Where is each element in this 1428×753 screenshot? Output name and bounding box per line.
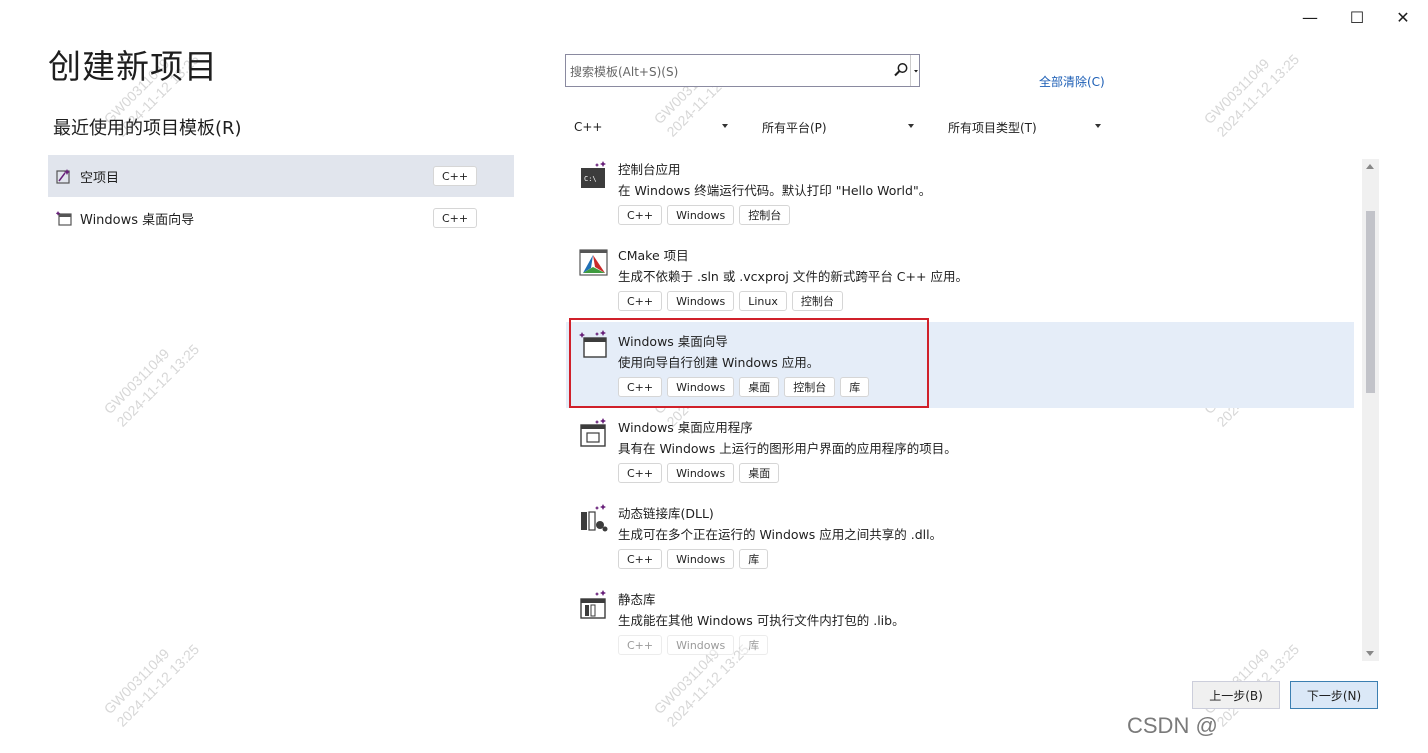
page-title: 创建新项目 — [48, 47, 218, 86]
project-type-filter-dropdown[interactable]: 所有项目类型(T) — [948, 116, 1101, 138]
console-app-icon: C:\ — [581, 161, 606, 188]
watermark-date: 2024-11-12 13:25 — [113, 641, 203, 730]
recent-item-empty-project[interactable]: 空项目 C++ — [48, 155, 514, 197]
chevron-down-icon — [1095, 124, 1101, 128]
chevron-down-icon — [914, 70, 918, 73]
language-filter-value: C++ — [574, 120, 603, 134]
template-name: 控制台应用 — [618, 162, 681, 177]
template-windows-desktop-app[interactable]: Windows 桌面应用程序 具有在 Windows 上运行的图形用户界面的应用… — [566, 413, 1354, 499]
template-name: 静态库 — [618, 592, 656, 607]
template-tag: C++ — [618, 463, 663, 483]
recent-item-label: Windows 桌面向导 — [80, 212, 195, 228]
scroll-up-arrow-icon[interactable] — [1366, 164, 1374, 169]
template-tag: 桌面 — [739, 463, 780, 483]
template-tag: C++ — [618, 549, 663, 569]
watermark-id: GW00311049 — [100, 345, 173, 418]
search-input[interactable] — [566, 55, 892, 88]
template-tag: Windows — [667, 205, 735, 225]
static-lib-icon — [580, 590, 606, 619]
template-list-scrollbar[interactable] — [1362, 159, 1379, 661]
recent-templates-title: 最近使用的项目模板(R) — [53, 118, 242, 139]
search-icon[interactable] — [893, 62, 909, 78]
cmake-icon — [579, 249, 608, 276]
template-description: 具有在 Windows 上运行的图形用户界面的应用程序的项目。 — [618, 441, 957, 456]
language-tag: C++ — [433, 208, 478, 228]
chevron-down-icon — [908, 124, 914, 128]
template-name: CMake 项目 — [618, 248, 689, 263]
language-tag: C++ — [433, 166, 478, 186]
recent-item-windows-desktop-wizard[interactable]: Windows 桌面向导 C++ — [48, 197, 514, 239]
wizard-icon — [56, 211, 72, 226]
template-tag: Windows — [667, 463, 735, 483]
svg-text:C:\: C:\ — [584, 175, 597, 183]
platform-filter-value: 所有平台(P) — [762, 120, 827, 135]
template-dll[interactable]: 动态链接库(DLL) 生成可在多个正在运行的 Windows 应用之间共享的 .… — [566, 499, 1354, 585]
template-tag: C++ — [618, 635, 663, 655]
template-tag: Linux — [739, 291, 787, 311]
template-tag: 库 — [739, 635, 769, 655]
watermark-date: 2024-11-12 13:25 — [113, 341, 203, 430]
watermark-id: GW00311049 — [100, 645, 173, 718]
template-description: 在 Windows 终端运行代码。默认打印 "Hello World"。 — [618, 183, 932, 198]
template-tag: C++ — [618, 291, 663, 311]
template-description: 生成能在其他 Windows 可执行文件内打包的 .lib。 — [618, 613, 905, 628]
dll-icon — [581, 504, 608, 532]
template-tag: 控制台 — [739, 205, 791, 225]
template-tag: Windows — [667, 549, 735, 569]
template-static-lib[interactable]: 静态库 生成能在其他 Windows 可执行文件内打包的 .lib。 C++ W… — [566, 585, 1354, 660]
template-tag: C++ — [618, 205, 663, 225]
scrollbar-thumb[interactable] — [1366, 211, 1375, 393]
watermark-id: GW00311049 — [1200, 55, 1273, 128]
search-box — [565, 54, 921, 88]
template-console-app[interactable]: C:\ 控制台应用 在 Windows 终端运行代码。默认打印 "Hello W… — [566, 155, 1354, 241]
next-button[interactable]: 下一步(N) — [1290, 681, 1378, 709]
language-filter-dropdown[interactable]: C++ — [574, 116, 728, 138]
template-tag: Windows — [667, 291, 735, 311]
platform-filter-dropdown[interactable]: 所有平台(P) — [762, 116, 914, 138]
csdn-watermark: CSDN @ — [1127, 713, 1218, 738]
template-cmake-project[interactable]: CMake 项目 生成不依赖于 .sln 或 .vcxproj 文件的新式跨平台… — [566, 241, 1354, 327]
template-tag: 控制台 — [791, 291, 843, 311]
selection-highlight-box — [569, 318, 929, 408]
scroll-down-arrow-icon[interactable] — [1366, 651, 1374, 656]
chevron-down-icon — [722, 124, 728, 128]
recent-item-label: 空项目 — [80, 170, 120, 186]
close-button[interactable]: ✕ — [1393, 8, 1413, 28]
back-button[interactable]: 上一步(B) — [1192, 681, 1280, 709]
project-type-filter-value: 所有项目类型(T) — [948, 120, 1037, 135]
template-name: 动态链接库(DLL) — [618, 506, 714, 521]
search-options-dropdown[interactable] — [910, 55, 921, 86]
template-description: 生成可在多个正在运行的 Windows 应用之间共享的 .dll。 — [618, 527, 943, 542]
watermark-date: 2024-11-12 13:25 — [1213, 51, 1303, 140]
desktop-app-icon — [580, 418, 606, 447]
empty-project-icon — [56, 169, 70, 184]
minimize-button[interactable]: — — [1300, 8, 1320, 28]
template-tag: 库 — [739, 549, 769, 569]
template-tag: Windows — [667, 635, 735, 655]
clear-all-link[interactable]: 全部清除(C) — [1039, 73, 1105, 90]
maximize-button[interactable]: ☐ — [1347, 8, 1367, 28]
template-name: Windows 桌面应用程序 — [618, 420, 753, 435]
template-description: 生成不依赖于 .sln 或 .vcxproj 文件的新式跨平台 C++ 应用。 — [618, 269, 968, 284]
